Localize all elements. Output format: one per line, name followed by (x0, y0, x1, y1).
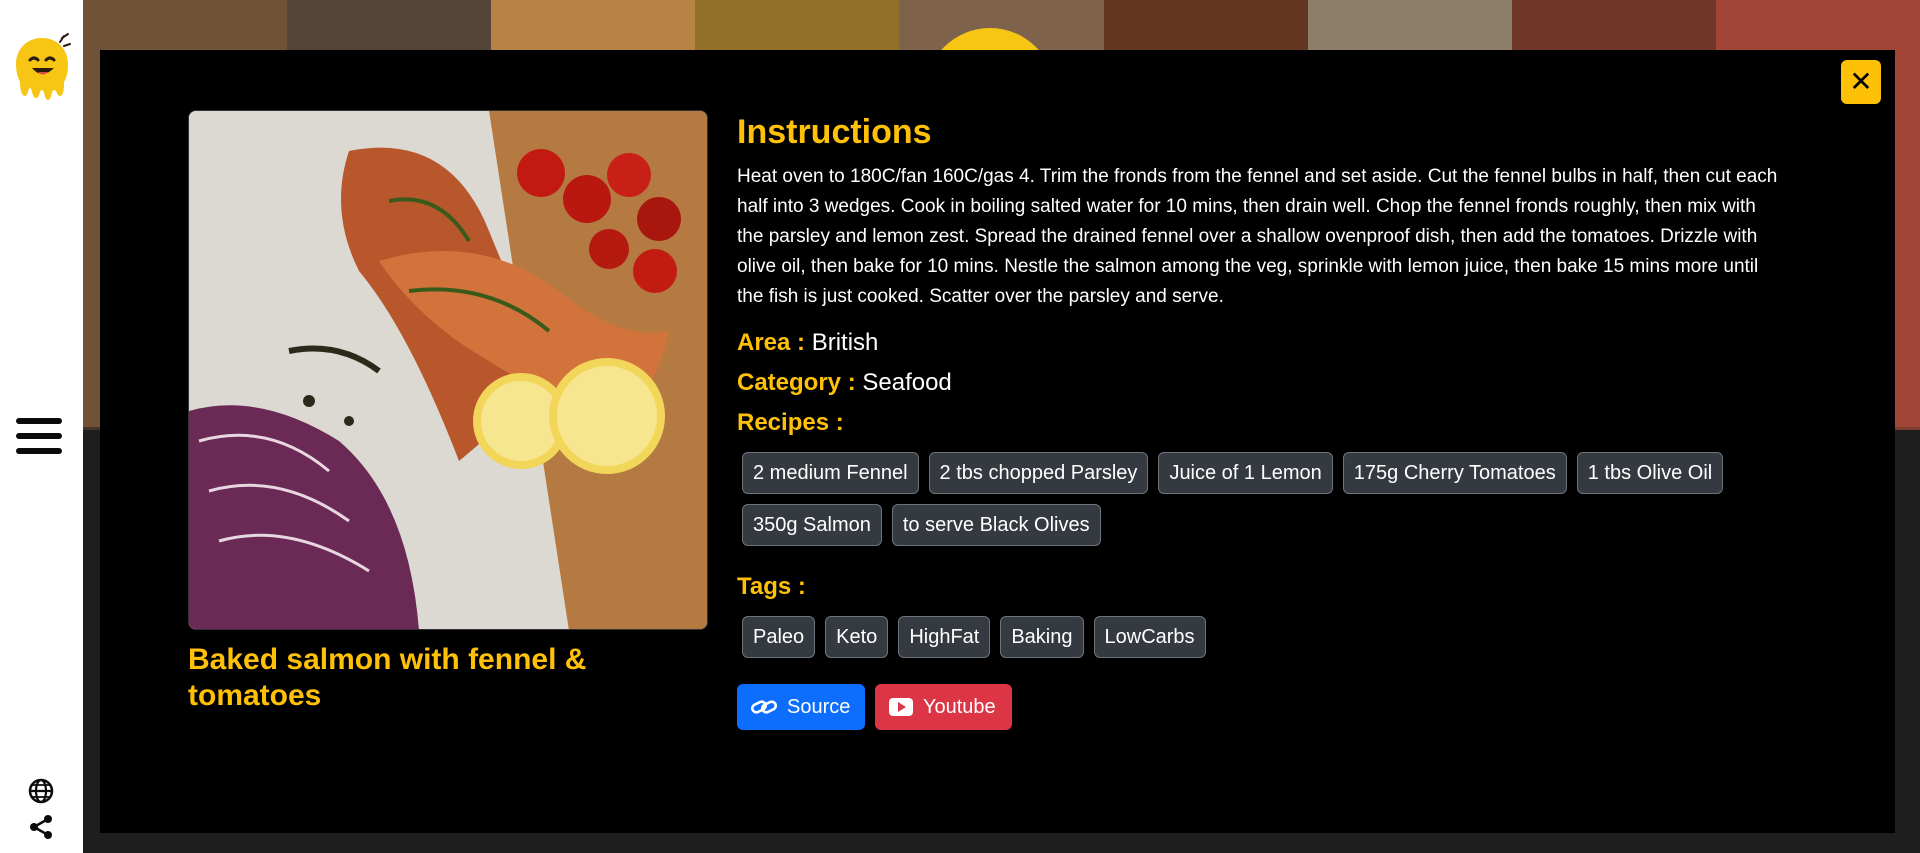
meal-title: Baked salmon with fennel & tomatoes (188, 643, 587, 712)
ingredient-badge: 2 tbs chopped Parsley (928, 452, 1149, 494)
tag-badge: HighFat (898, 616, 991, 658)
app-logo[interactable] (12, 32, 72, 102)
tag-badge: Paleo (742, 616, 816, 658)
tags-list: Paleo Keto HighFat Baking LowCarbs (737, 616, 1787, 658)
ingredient-badge: Juice of 1 Lemon (1158, 452, 1333, 494)
tag-badge: Keto (825, 616, 889, 658)
recipes-label: Recipes : (737, 409, 844, 436)
meal-info: Instructions Heat oven to 180C/fan 160C/… (737, 110, 1887, 730)
recipes-line: Recipes : (737, 406, 1887, 440)
category-label: Category : (737, 369, 856, 396)
youtube-icon (889, 698, 913, 716)
area-label: Area : (737, 329, 806, 356)
instructions-heading: Instructions (737, 113, 932, 151)
ingredient-badge: 2 medium Fennel (742, 452, 919, 494)
area-line: Area : British (737, 326, 1887, 360)
area-value: British (811, 329, 879, 356)
tag-badge: Baking (1000, 616, 1084, 658)
globe-icon[interactable] (28, 778, 54, 804)
instructions-text: Heat oven to 180C/fan 160C/gas 4. Trim t… (737, 166, 1778, 307)
sidebar (0, 0, 83, 853)
external-links: Source Youtube (737, 684, 1887, 730)
tags-label: Tags : (737, 573, 806, 600)
meal-image (188, 110, 708, 630)
tag-badge: LowCarbs (1093, 616, 1206, 658)
meal-details-modal: ✕ Baked salmon with fennel & tomatoes In… (100, 50, 1895, 833)
link-icon (751, 700, 777, 714)
hamburger-menu-icon[interactable] (16, 418, 66, 462)
youtube-label: Youtube (923, 695, 996, 718)
meal-summary: Baked salmon with fennel & tomatoes (188, 110, 708, 714)
category-value: Seafood (862, 369, 952, 396)
category-line: Category : Seafood (737, 366, 1887, 400)
source-button[interactable]: Source (737, 684, 865, 730)
share-icon[interactable] (28, 814, 54, 840)
ingredient-badge: to serve Black Olives (891, 504, 1101, 546)
youtube-button[interactable]: Youtube (875, 684, 1012, 730)
ingredients-list: 2 medium Fennel 2 tbs chopped Parsley Ju… (737, 452, 1787, 546)
ingredient-badge: 1 tbs Olive Oil (1576, 452, 1724, 494)
ingredient-badge: 175g Cherry Tomatoes (1342, 452, 1567, 494)
ingredient-badge: 350g Salmon (742, 504, 882, 546)
close-button[interactable]: ✕ (1841, 60, 1881, 104)
source-label: Source (787, 695, 851, 718)
close-icon: ✕ (1849, 65, 1873, 98)
